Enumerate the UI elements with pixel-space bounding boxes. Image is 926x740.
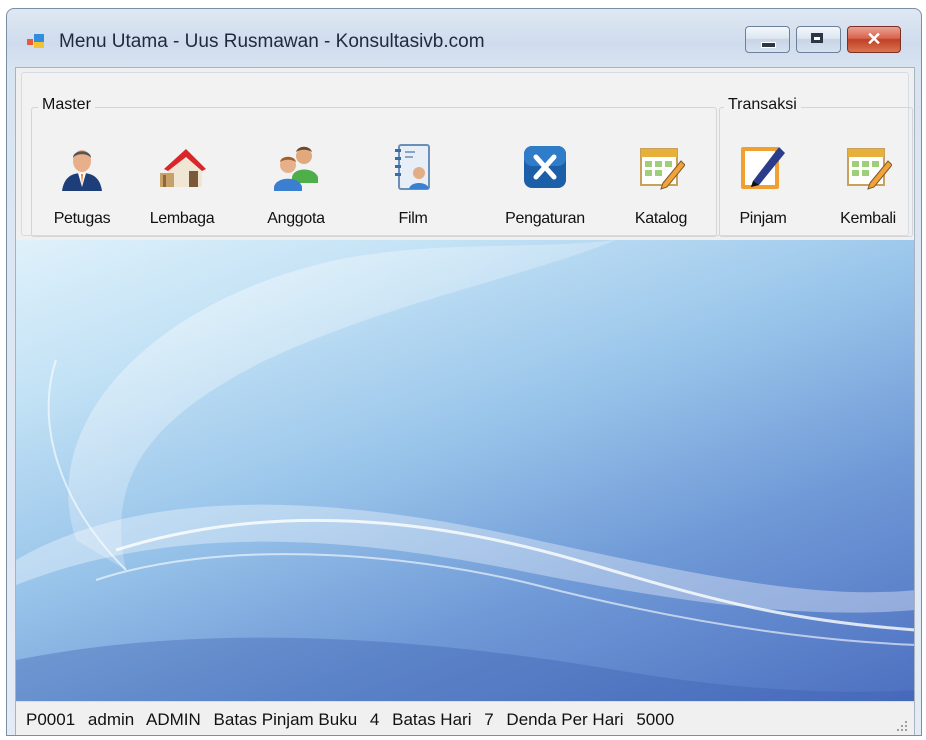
group-master: Master [31, 96, 717, 237]
tool-label-film: Film [398, 210, 428, 227]
status-borrow-limit-value: 4 [369, 710, 380, 729]
resize-grip-icon[interactable] [894, 718, 908, 732]
sign-document-pen-icon [741, 147, 785, 189]
main-window: Menu Utama - Uus Rusmawan - Konsultasivb… [6, 8, 922, 736]
status-fine-label: Denda Per Hari [506, 710, 624, 729]
ribbon-toolbar: Master Transaksi Petugas Lembaga Anggota… [16, 68, 914, 240]
tool-label-petugas: Petugas [53, 210, 111, 227]
tool-pengaturan[interactable]: Pengaturan [492, 143, 598, 228]
status-day-limit-value: 7 [484, 710, 494, 729]
tool-label-kembali: Kembali [840, 210, 896, 227]
window-title: Menu Utama - Uus Rusmawan - Konsultasivb… [59, 31, 485, 52]
tool-petugas[interactable]: Petugas [40, 143, 124, 228]
tool-katalog[interactable]: Katalog [622, 143, 700, 228]
members-group-icon [274, 146, 318, 191]
tool-label-lembaga: Lembaga [149, 210, 215, 227]
group-caption-master: Master [38, 96, 95, 114]
status-borrow-limit-label: Batas Pinjam Buku [213, 710, 358, 729]
close-button[interactable]: ✕ [847, 26, 901, 53]
maximize-button[interactable] [796, 26, 841, 53]
tool-pinjam[interactable]: Pinjam [724, 143, 802, 228]
title-bar[interactable]: Menu Utama - Uus Rusmawan - Konsultasivb… [7, 9, 921, 69]
tool-kembali[interactable]: Kembali [828, 143, 908, 228]
address-book-icon [395, 144, 430, 190]
tool-label-pinjam: Pinjam [739, 210, 787, 227]
calendar-pencil-icon [640, 148, 686, 190]
minimize-button[interactable] [745, 26, 790, 53]
status-text: P0001 admin ADMIN Batas Pinjam Buku 4 Ba… [26, 710, 682, 730]
background-wallpaper [16, 240, 914, 704]
close-icon: ✕ [866, 29, 882, 49]
group-caption-transaksi: Transaksi [724, 96, 801, 114]
status-fine-value: 5000 [636, 710, 675, 729]
minimize-icon [761, 42, 776, 48]
wallpaper-swirl [16, 240, 914, 704]
tool-label-pengaturan: Pengaturan [505, 210, 585, 227]
tool-label-anggota: Anggota [267, 210, 325, 227]
calendar-pencil-icon [847, 148, 893, 190]
house-icon [160, 149, 206, 187]
tool-anggota[interactable]: Anggota [254, 143, 338, 228]
tool-label-katalog: Katalog [634, 210, 688, 227]
tool-film[interactable]: Film [378, 143, 448, 228]
client-area: Master Transaksi Petugas Lembaga Anggota… [15, 67, 915, 735]
status-day-limit-label: Batas Hari [392, 710, 472, 729]
status-bar: P0001 admin ADMIN Batas Pinjam Buku 4 Ba… [16, 701, 914, 735]
tool-lembaga[interactable]: Lembaga [140, 143, 224, 228]
status-username: admin [87, 710, 135, 729]
maximize-icon [811, 33, 823, 43]
status-user-id: P0001 [26, 710, 76, 729]
status-role: ADMIN [146, 710, 201, 729]
settings-tools-icon [524, 146, 566, 188]
toolbar-frame: Master Transaksi Petugas Lembaga Anggota… [21, 72, 913, 237]
officer-person-icon [62, 150, 102, 191]
app-icon [27, 34, 44, 48]
